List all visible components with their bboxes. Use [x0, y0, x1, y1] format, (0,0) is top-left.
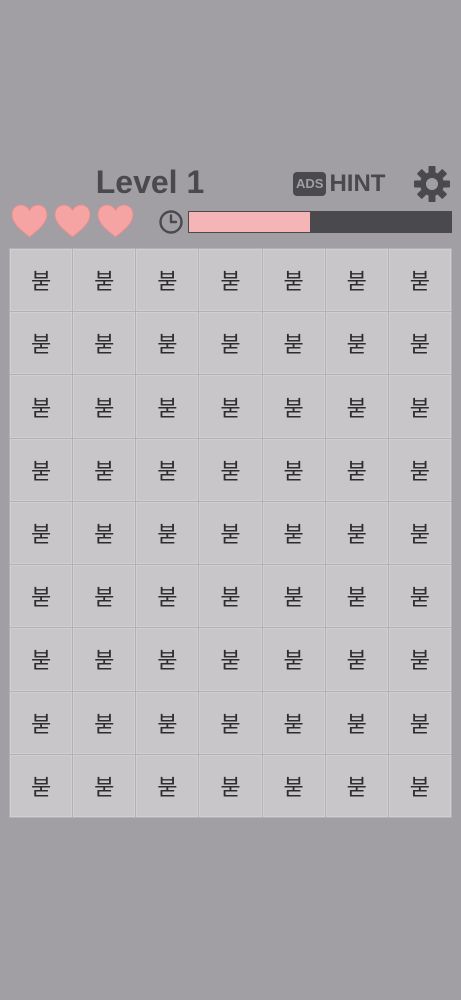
letter-cell[interactable]: 붇 [262, 501, 325, 565]
letter-cell[interactable]: 붇 [199, 438, 262, 501]
letter-cell[interactable]: 붇 [10, 312, 73, 375]
heart-icon [97, 204, 134, 238]
letter-cell[interactable]: 붇 [388, 312, 451, 375]
letter-cell[interactable]: 붇 [10, 691, 73, 754]
clock-icon [158, 209, 184, 235]
letter-cell[interactable]: 붇 [10, 501, 73, 565]
letter-cell[interactable]: 붇 [136, 501, 199, 565]
letter-cell[interactable]: 붇 [262, 691, 325, 754]
ads-badge: ADS [293, 172, 327, 196]
letter-cell[interactable]: 붇 [262, 754, 325, 817]
letter-cell[interactable]: 붇 [10, 565, 73, 628]
letter-cell[interactable]: 붇 [10, 628, 73, 691]
letter-cell[interactable]: 붇 [136, 438, 199, 501]
letter-cell[interactable]: 붇 [262, 565, 325, 628]
letter-cell[interactable]: 붇 [388, 628, 451, 691]
letter-cell[interactable]: 붇 [262, 628, 325, 691]
letter-cell[interactable]: 붇 [10, 438, 73, 501]
letter-cell[interactable]: 붇 [10, 375, 73, 438]
letter-cell[interactable]: 붇 [325, 754, 388, 817]
letter-cell[interactable]: 붇 [73, 375, 136, 438]
letter-cell[interactable]: 붇 [10, 754, 73, 817]
letter-cell[interactable]: 붇 [199, 501, 262, 565]
hint-button[interactable]: ADS HINT [293, 170, 385, 198]
letter-cell[interactable]: 붇 [73, 501, 136, 565]
letter-cell[interactable]: 붇 [325, 312, 388, 375]
letter-cell[interactable]: 붇 [325, 249, 388, 312]
letter-cell[interactable]: 붇 [262, 375, 325, 438]
letter-cell[interactable]: 붇 [262, 312, 325, 375]
letter-cell[interactable]: 붇 [388, 565, 451, 628]
letter-cell[interactable]: 붇 [136, 628, 199, 691]
letter-cell[interactable]: 붇 [136, 312, 199, 375]
letter-cell[interactable]: 붇 [388, 501, 451, 565]
letter-cell[interactable]: 붇 [73, 438, 136, 501]
level-title: Level 1 [95, 164, 205, 200]
letter-cell[interactable]: 붇 [325, 438, 388, 501]
letter-cell[interactable]: 붇 [136, 691, 199, 754]
letter-cell[interactable]: 붇 [388, 691, 451, 754]
letter-cell[interactable]: 붇 [199, 375, 262, 438]
letter-cell[interactable]: 붇 [136, 249, 199, 312]
letter-cell[interactable]: 붇 [199, 565, 262, 628]
letter-board: 붇붇붇붇붇붇붇붇붇붇붇붇붇붇붇붇붇붇붇붇붇붇붇붇붇붇붇붇붇붇붇붇붇붇붇붇붇붇붇붇… [9, 248, 452, 818]
letter-cell[interactable]: 붇 [136, 754, 199, 817]
letter-cell[interactable]: 붇 [262, 249, 325, 312]
lives [11, 204, 134, 238]
letter-cell[interactable]: 붇 [325, 375, 388, 438]
letter-cell[interactable]: 붇 [262, 438, 325, 501]
letter-cell[interactable]: 붇 [199, 249, 262, 312]
letter-cell[interactable]: 붇 [73, 628, 136, 691]
timer-bar-fill [189, 212, 310, 232]
letter-cell[interactable]: 붇 [325, 628, 388, 691]
letter-cell[interactable]: 붇 [388, 249, 451, 312]
letter-cell[interactable]: 붇 [136, 375, 199, 438]
letter-cell[interactable]: 붇 [388, 754, 451, 817]
heart-icon [54, 204, 91, 238]
letter-cell[interactable]: 붇 [136, 565, 199, 628]
letter-cell[interactable]: 붇 [388, 375, 451, 438]
letter-cell[interactable]: 붇 [325, 501, 388, 565]
letter-cell[interactable]: 붇 [73, 312, 136, 375]
letter-cell[interactable]: 붇 [199, 628, 262, 691]
letter-cell[interactable]: 붇 [73, 754, 136, 817]
letter-cell[interactable]: 붇 [199, 754, 262, 817]
letter-cell[interactable]: 붇 [199, 691, 262, 754]
letter-cell[interactable]: 붇 [73, 249, 136, 312]
heart-icon [11, 204, 48, 238]
letter-cell[interactable]: 붇 [388, 438, 451, 501]
gear-icon[interactable] [413, 165, 451, 203]
letter-cell[interactable]: 붇 [325, 565, 388, 628]
hint-label: HINT [329, 170, 386, 197]
letter-cell[interactable]: 붇 [199, 312, 262, 375]
letter-cell[interactable]: 붇 [10, 249, 73, 312]
letter-cell[interactable]: 붇 [73, 691, 136, 754]
timer-bar [188, 211, 452, 233]
letter-cell[interactable]: 붇 [73, 565, 136, 628]
letter-cell[interactable]: 붇 [325, 691, 388, 754]
